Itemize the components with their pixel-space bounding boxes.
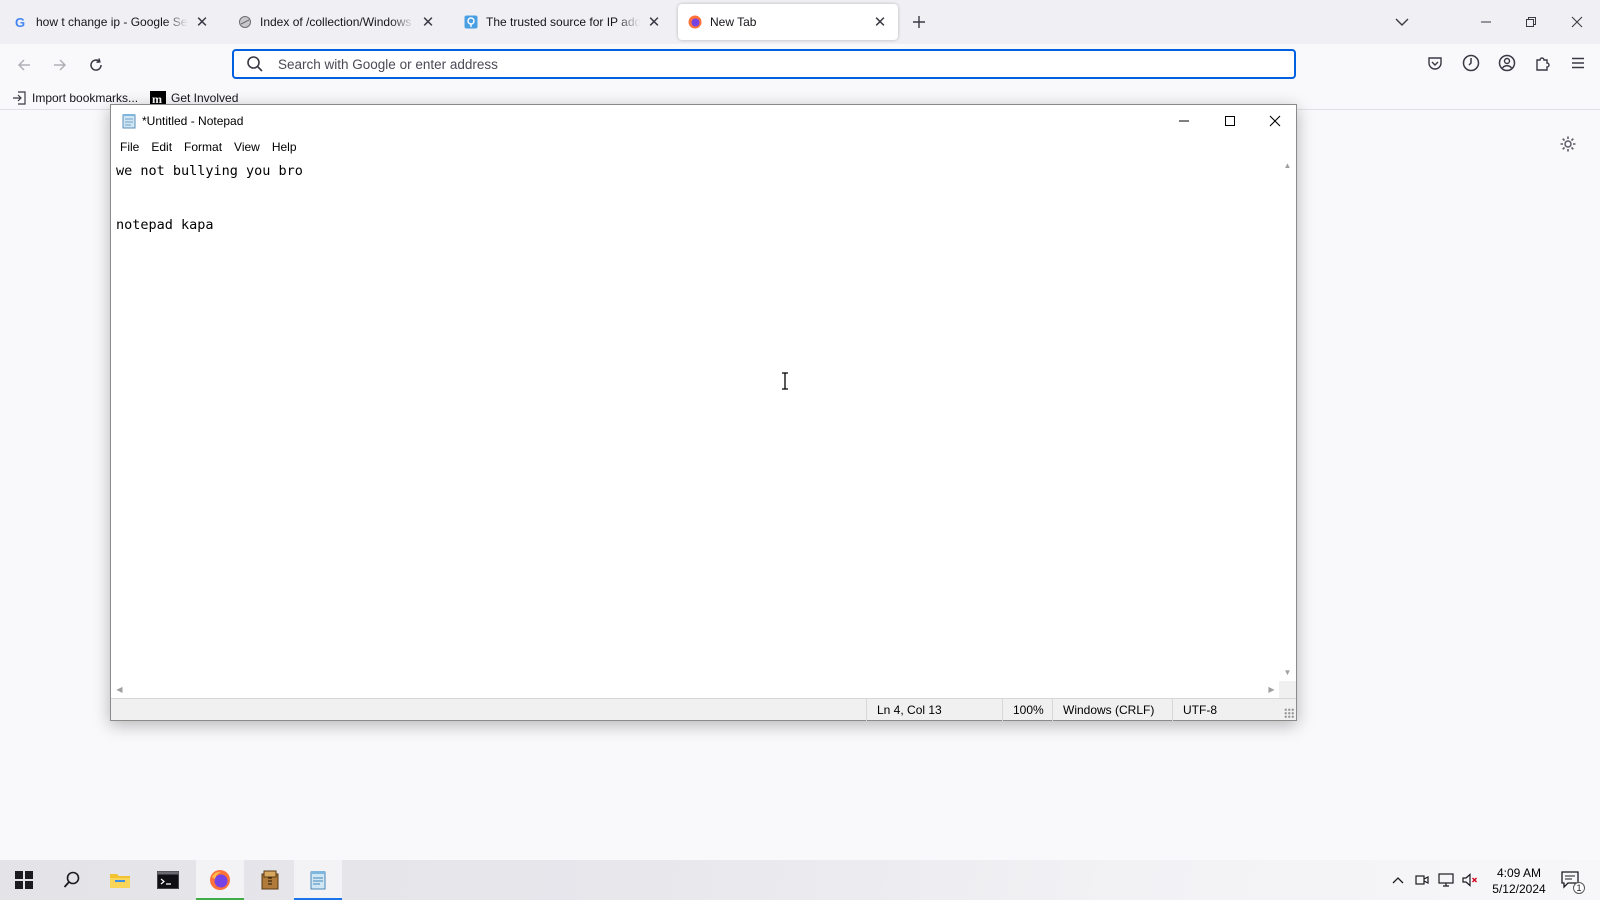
notepad-maximize-icon[interactable] (1207, 105, 1253, 137)
tab-ip-source[interactable]: The trusted source for IP address data ✕ (454, 4, 672, 40)
tab-new-tab[interactable]: New Tab ✕ (678, 4, 898, 40)
pocket-icon[interactable] (1424, 52, 1446, 74)
firefox-icon (688, 15, 702, 29)
menu-hamburger-icon[interactable] (1567, 52, 1589, 74)
google-icon: G (14, 15, 28, 29)
folder-globe-icon (238, 15, 252, 29)
status-zoom: 100% (1002, 699, 1052, 721)
scroll-right-arrow-icon[interactable]: ▶ (1263, 681, 1280, 698)
text-line: notepad kapa (116, 217, 214, 233)
notepad-window: *Untitled - Notepad File Edit Format Vie… (110, 104, 1297, 721)
close-window-icon[interactable] (1565, 10, 1589, 34)
tab-bar: G how t change ip - Google Search ✕ Inde… (0, 0, 1600, 44)
notepad-taskbar-icon[interactable] (294, 860, 342, 900)
notifications-icon[interactable]: 1 (1556, 860, 1586, 900)
back-arrow-icon[interactable] (11, 52, 37, 78)
tab-index-collection[interactable]: Index of /collection/Windows 8 ✕ (228, 4, 446, 40)
resize-grip-icon[interactable] (1284, 708, 1294, 718)
menu-format[interactable]: Format (178, 140, 228, 154)
minimize-icon[interactable] (1474, 10, 1498, 34)
status-line-ending: Windows (CRLF) (1052, 699, 1172, 721)
menu-view[interactable]: View (228, 140, 266, 154)
address-bar[interactable] (232, 49, 1296, 79)
windows-start-icon[interactable] (0, 860, 48, 900)
scroll-left-arrow-icon[interactable]: ◀ (111, 681, 128, 698)
close-tab-icon[interactable]: ✕ (420, 14, 436, 31)
status-cursor-position: Ln 4, Col 13 (866, 699, 1002, 721)
text-line (116, 198, 1280, 216)
url-input[interactable] (278, 56, 1178, 72)
notepad-text-area[interactable]: we not bullying you bro notepad kapa (111, 157, 1280, 681)
bookmark-label: Get Involved (171, 91, 239, 105)
archive-app-icon[interactable] (246, 860, 294, 900)
svg-text:G: G (15, 15, 25, 29)
tab-google-search[interactable]: G how t change ip - Google Search ✕ (4, 4, 220, 40)
forward-arrow-icon[interactable] (47, 52, 73, 78)
close-tab-icon[interactable]: ✕ (872, 14, 888, 31)
navigation-toolbar (0, 44, 1600, 86)
search-icon (246, 55, 264, 73)
menu-file[interactable]: File (114, 140, 145, 154)
notepad-title: *Untitled - Notepad (142, 114, 244, 128)
system-clock[interactable]: 4:09 AM 5/12/2024 (1484, 865, 1554, 897)
horizontal-scrollbar[interactable]: ◀ ▶ (111, 681, 1280, 698)
meet-now-icon[interactable] (1410, 860, 1434, 900)
scroll-up-arrow-icon[interactable]: ▲ (1279, 157, 1296, 174)
network-icon[interactable] (1434, 860, 1458, 900)
history-clock-icon[interactable] (1460, 52, 1482, 74)
file-explorer-icon[interactable] (96, 860, 144, 900)
menu-edit[interactable]: Edit (145, 140, 178, 154)
close-tab-icon[interactable]: ✕ (194, 14, 210, 31)
notepad-status-bar: Ln 4, Col 13 100% Windows (CRLF) UTF-8 (111, 698, 1296, 721)
extensions-puzzle-icon[interactable] (1532, 52, 1554, 74)
reload-icon[interactable] (83, 52, 109, 78)
vertical-scrollbar[interactable]: ▲ ▼ (1279, 157, 1296, 681)
notepad-menu-bar: File Edit Format View Help (111, 137, 1296, 157)
import-icon (12, 91, 27, 105)
notepad-icon (121, 113, 137, 129)
notification-count-badge: 1 (1573, 882, 1585, 894)
tab-title: New Tab (710, 15, 757, 29)
tab-title: Index of /collection/Windows 8 (260, 15, 414, 29)
show-hidden-icons-chevron-icon[interactable] (1386, 860, 1410, 900)
notepad-close-icon[interactable] (1252, 105, 1298, 137)
list-all-tabs-chevron-icon[interactable] (1390, 10, 1414, 34)
firefox-taskbar-icon[interactable] (196, 860, 244, 900)
scroll-down-arrow-icon[interactable]: ▼ (1279, 664, 1296, 681)
location-pin-icon (464, 15, 478, 29)
scrollbar-corner (1279, 681, 1296, 698)
tab-title: how t change ip - Google Search (36, 15, 188, 29)
clock-time: 4:09 AM (1496, 866, 1542, 880)
text-line (116, 180, 1280, 198)
restore-icon[interactable] (1519, 10, 1543, 34)
menu-help[interactable]: Help (266, 140, 303, 154)
settings-gear-icon[interactable] (1557, 133, 1579, 155)
notepad-minimize-icon[interactable] (1161, 105, 1207, 137)
taskbar: 4:09 AM 5/12/2024 1 (0, 860, 1600, 900)
text-cursor-ibeam-icon (780, 372, 790, 390)
tab-title: The trusted source for IP address data (486, 15, 640, 29)
status-encoding: UTF-8 (1172, 699, 1262, 721)
new-tab-plus-icon[interactable] (907, 10, 931, 34)
terminal-icon[interactable] (144, 860, 192, 900)
notepad-title-bar[interactable]: *Untitled - Notepad (111, 105, 1296, 137)
account-icon[interactable] (1496, 52, 1518, 74)
bookmark-label: Import bookmarks... (32, 91, 139, 105)
volume-muted-icon[interactable] (1458, 860, 1482, 900)
clock-date: 5/12/2024 (1492, 882, 1546, 896)
text-line: we not bullying you bro (116, 163, 303, 179)
search-icon[interactable] (48, 860, 96, 900)
close-tab-icon[interactable]: ✕ (646, 14, 662, 31)
